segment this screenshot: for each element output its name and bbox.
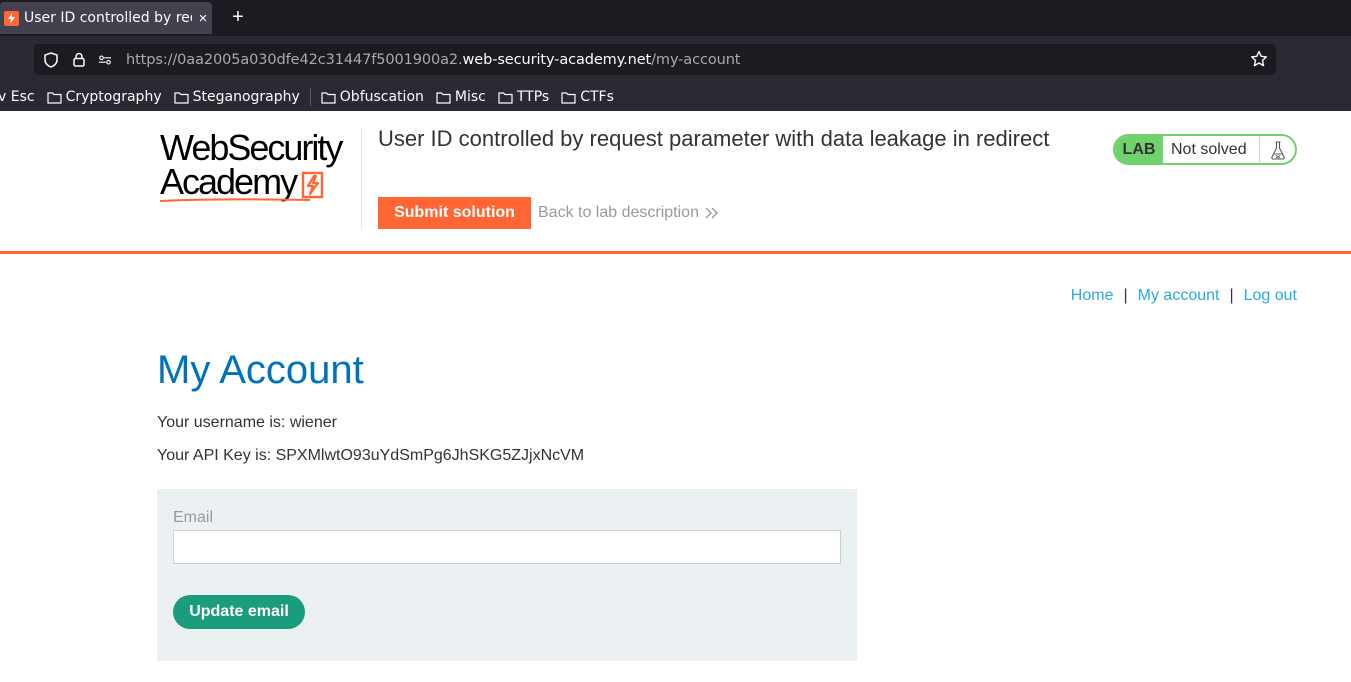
tab-title: User ID controlled by requ <box>24 10 192 26</box>
api-key-line: Your API Key is: SPXMlwtO93uYdSmPg6JhSKG… <box>157 447 585 464</box>
lab-header: WebSecurity Academy User ID controlled b… <box>0 111 1351 254</box>
bookmark-star-icon[interactable] <box>1250 50 1268 68</box>
address-bar[interactable]: https://0aa2005a030dfe42c31447f5001900a2… <box>34 44 1276 75</box>
folder-icon <box>436 91 451 104</box>
bookmark-folder-obfuscation[interactable]: Obfuscation <box>321 89 424 105</box>
bookmark-folder-ttps[interactable]: TTPs <box>498 89 549 105</box>
back-link-label: Back to lab description <box>538 204 699 221</box>
nav-home-link[interactable]: Home <box>1071 287 1114 305</box>
submit-solution-button[interactable]: Submit solution <box>378 197 531 229</box>
badge-lab-label: LAB <box>1115 136 1163 163</box>
email-input[interactable] <box>173 530 841 564</box>
badge-status-text: Not solved <box>1171 140 1247 158</box>
folder-icon <box>321 91 336 104</box>
update-email-button[interactable]: Update email <box>173 595 305 629</box>
shield-icon[interactable] <box>44 51 58 68</box>
nav-log-out-link[interactable]: Log out <box>1244 287 1297 305</box>
lab-title: User ID controlled by request parameter … <box>378 126 1050 151</box>
url-text[interactable]: https://0aa2005a030dfe42c31447f5001900a2… <box>126 52 740 68</box>
folder-icon <box>174 91 189 104</box>
bookmark-folder-cryptography[interactable]: Cryptography <box>46 89 162 105</box>
username-line: Your username is: wiener <box>157 414 337 431</box>
web-security-academy-logo[interactable]: WebSecurity Academy <box>160 127 360 203</box>
browser-toolbar: https://0aa2005a030dfe42c31447f5001900a2… <box>0 36 1351 83</box>
lab-status-badge: LAB Not solved <box>1113 134 1297 165</box>
bookmarks-bar: v Esc Cryptography Steganography Obfusca… <box>0 83 1351 111</box>
bookmark-privesc[interactable]: v Esc <box>0 89 35 105</box>
folder-icon <box>46 91 62 104</box>
flask-icon <box>1259 136 1295 163</box>
top-navigation: Home | My account | Log out <box>1071 287 1297 305</box>
header-divider <box>361 129 362 229</box>
lightning-favicon-icon <box>4 10 19 26</box>
folder-icon <box>561 91 576 104</box>
update-email-form: Email Update email <box>157 489 857 661</box>
browser-tab[interactable]: User ID controlled by requ × <box>0 2 212 34</box>
folder-icon <box>498 91 513 104</box>
permissions-icon[interactable] <box>98 52 112 68</box>
double-chevron-right-icon <box>705 207 718 219</box>
logo-line2: Academy <box>160 161 298 202</box>
page-title: My Account <box>157 348 364 392</box>
lock-icon[interactable] <box>72 52 86 68</box>
bookmark-folder-misc[interactable]: Misc <box>436 89 486 105</box>
email-label: Email <box>173 509 214 526</box>
new-tab-button[interactable]: + <box>228 6 248 28</box>
nav-separator: | <box>1229 287 1234 304</box>
logo-underline <box>160 198 310 202</box>
logo-line1: WebSecurity <box>160 127 343 168</box>
nav-my-account-link[interactable]: My account <box>1138 287 1220 305</box>
tab-bar: User ID controlled by requ × + <box>0 0 1351 36</box>
back-to-lab-description-link[interactable]: Back to lab description <box>538 204 719 222</box>
bookmark-folder-ctfs[interactable]: CTFs <box>561 89 614 105</box>
nav-separator: | <box>1123 287 1128 304</box>
bookmark-folder-steganography[interactable]: Steganography <box>174 89 300 105</box>
bookmark-separator <box>309 88 311 106</box>
close-tab-icon[interactable]: × <box>196 10 210 27</box>
